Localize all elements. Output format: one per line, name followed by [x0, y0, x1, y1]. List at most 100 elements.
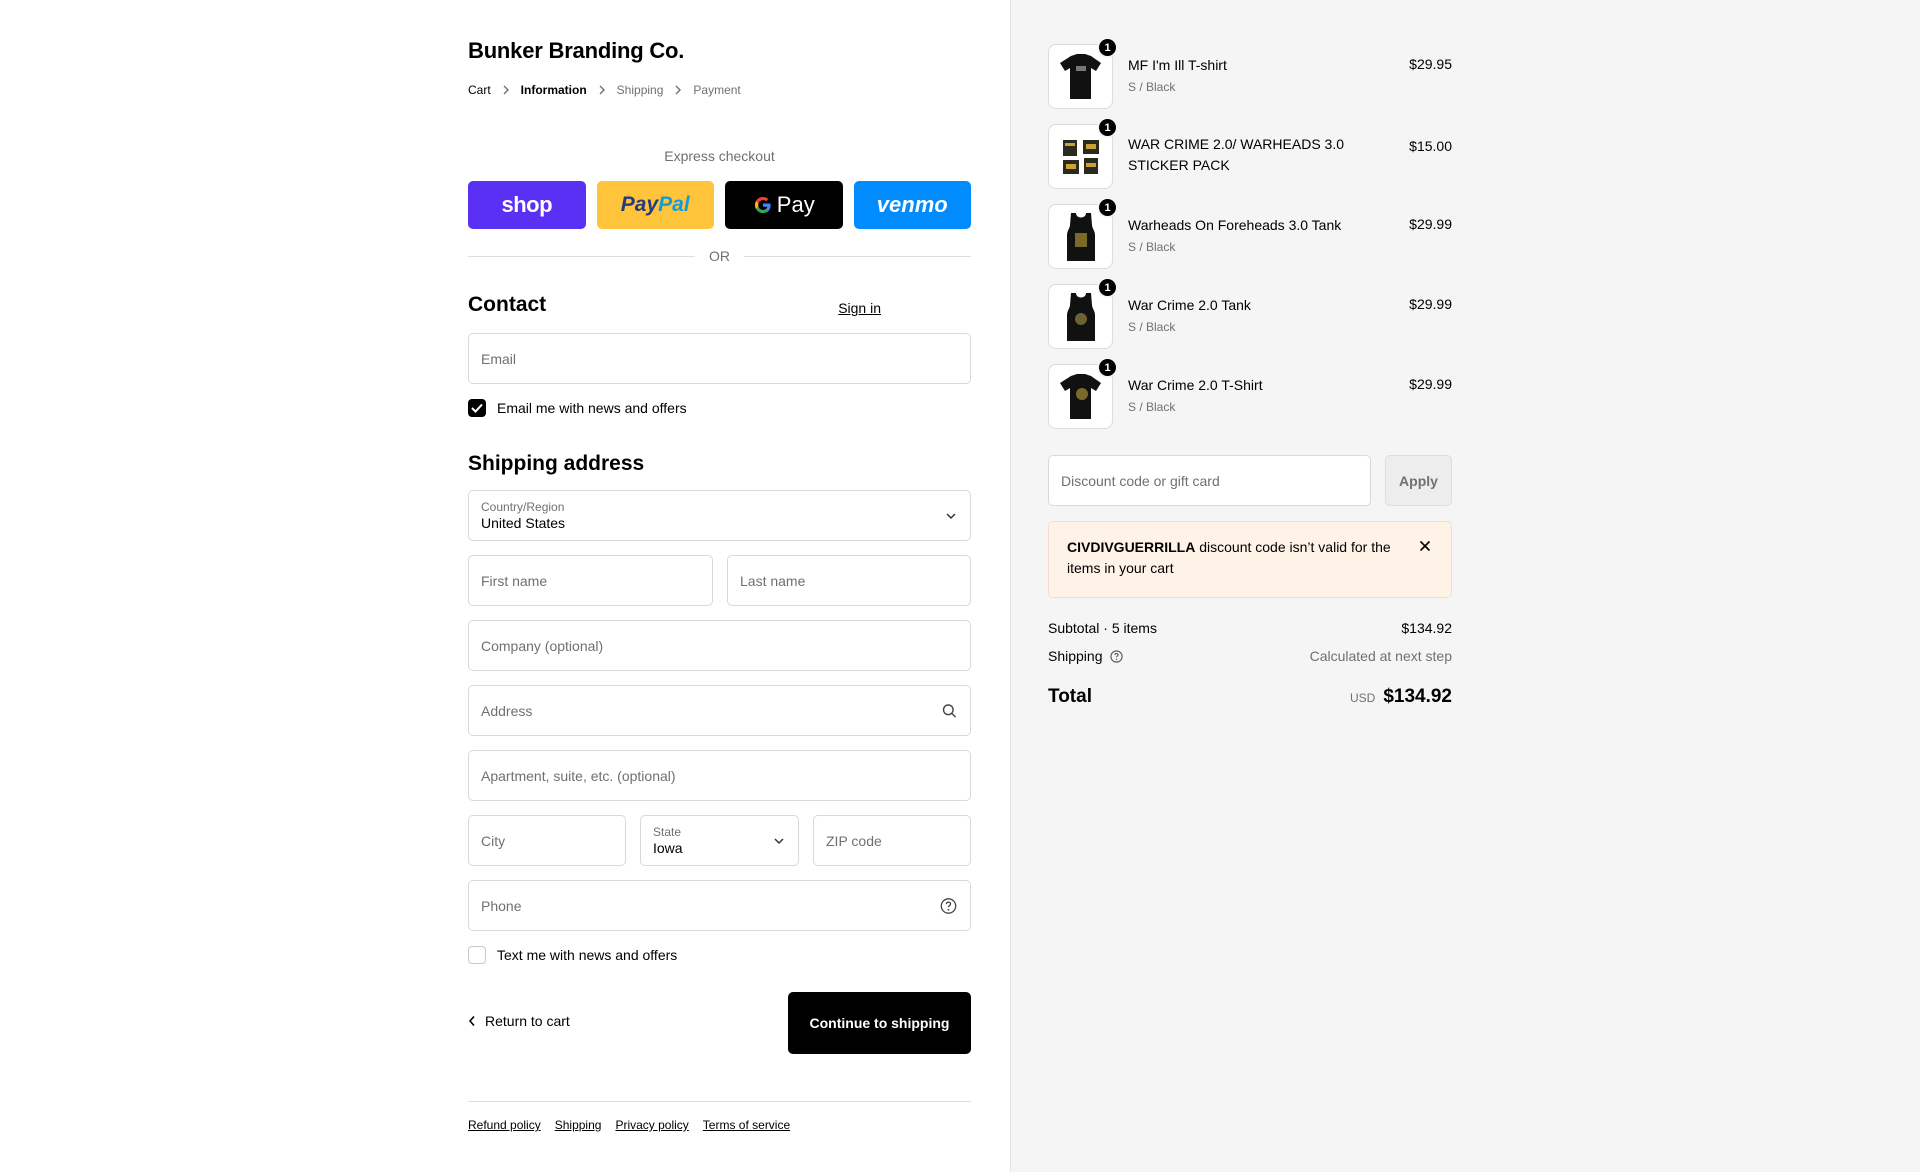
tank-top-icon — [1066, 292, 1095, 341]
item-price: $15.00 — [1409, 138, 1452, 154]
breadcrumb: Cart Information Shipping Payment — [468, 83, 741, 97]
zip-placeholder: ZIP code — [826, 832, 882, 849]
email-news-checkbox-row[interactable]: Email me with news and offers — [468, 399, 687, 417]
email-placeholder: Email — [481, 350, 517, 367]
breadcrumb-information: Information — [520, 83, 587, 97]
shipping-value: Calculated at next step — [1309, 648, 1452, 664]
state-select[interactable]: State Iowa — [640, 815, 799, 866]
first-name-field[interactable]: First name — [468, 555, 713, 606]
chevron-left-icon — [468, 1015, 476, 1027]
text-news-label: Text me with news and offers — [497, 947, 678, 963]
shipping-row: Shipping Calculated at next step — [1048, 648, 1452, 664]
cart-item: 1 WAR CRIME 2.0/ WARHEADS 3.0 STICKER PA… — [1048, 117, 1452, 190]
paypal-logo-part1: Pay — [620, 193, 659, 216]
close-icon[interactable] — [1419, 540, 1431, 552]
discount-placeholder: Discount code or gift card — [1061, 472, 1220, 489]
express-checkout-buttons: shop Pay Pal Pay venmo — [468, 181, 971, 229]
tshirt-icon — [1059, 373, 1101, 419]
paypal-logo-part2: Pal — [658, 193, 690, 216]
currency-code: USD — [1349, 691, 1376, 705]
shop-pay-button[interactable]: shop — [468, 181, 586, 229]
or-text: OR — [709, 248, 730, 264]
item-name: Warheads On Foreheads 3.0 Tank — [1128, 217, 1342, 233]
chevron-right-icon — [502, 85, 510, 95]
text-news-checkbox-row[interactable]: Text me with news and offers — [468, 946, 677, 964]
company-field[interactable]: Company (optional) — [468, 620, 971, 671]
footer-links: Refund policy Shipping Privacy policy Te… — [468, 1118, 790, 1132]
item-price: $29.99 — [1409, 296, 1452, 312]
subtotal-label: Subtotal · 5 items — [1048, 620, 1157, 636]
item-name: War Crime 2.0 T-Shirt — [1128, 377, 1263, 393]
footer-divider — [468, 1101, 971, 1102]
breadcrumb-payment: Payment — [693, 83, 741, 97]
tank-top-icon — [1066, 212, 1095, 261]
discount-code-input[interactable]: Discount code or gift card — [1048, 455, 1371, 506]
tshirt-icon — [1059, 53, 1101, 99]
apartment-field[interactable]: Apartment, suite, etc. (optional) — [468, 750, 971, 801]
express-checkout-label: Express checkout — [664, 148, 775, 164]
return-to-cart-label: Return to cart — [485, 1013, 570, 1029]
email-field[interactable]: Email — [468, 333, 971, 384]
city-field[interactable]: City — [468, 815, 626, 866]
total-row: Total USD $134.92 — [1048, 686, 1452, 708]
email-news-label: Email me with news and offers — [497, 400, 687, 416]
sign-in-link[interactable]: Sign in — [838, 300, 881, 316]
email-news-checkbox[interactable] — [468, 399, 486, 417]
help-circle-icon[interactable] — [1109, 649, 1123, 663]
quantity-badge: 1 — [1097, 117, 1118, 138]
cart-item: 1 Warheads On Foreheads 3.0 Tank S / Bla… — [1048, 197, 1452, 270]
last-name-placeholder: Last name — [740, 572, 806, 589]
search-icon — [942, 703, 957, 718]
chevron-down-icon — [773, 837, 785, 845]
sticker-pack-icon — [1062, 139, 1099, 174]
item-variant: S / Black — [1128, 240, 1176, 254]
state-value: Iowa — [653, 839, 683, 856]
chevron-right-icon — [598, 85, 606, 95]
company-placeholder: Company (optional) — [481, 637, 604, 654]
cart-item: 1 War Crime 2.0 Tank S / Black $29.99 — [1048, 277, 1452, 350]
shop-pay-logo: shop — [501, 192, 553, 217]
google-g-icon — [753, 195, 773, 215]
return-to-cart-link[interactable]: Return to cart — [468, 1013, 570, 1029]
item-variant: S / Black — [1128, 320, 1176, 334]
google-pay-text: Pay — [776, 192, 815, 217]
discount-error-banner: CIVDIVGUERRILLA discount code isn’t vali… — [1048, 521, 1452, 598]
refund-policy-link[interactable]: Refund policy — [468, 1118, 541, 1132]
apply-discount-button[interactable]: Apply — [1385, 455, 1452, 506]
terms-of-service-link[interactable]: Terms of service — [703, 1118, 790, 1132]
phone-field[interactable]: Phone — [468, 880, 971, 931]
continue-to-shipping-button[interactable]: Continue to shipping — [788, 992, 971, 1054]
subtotal-row: Subtotal · 5 items $134.92 — [1048, 620, 1452, 636]
contact-heading: Contact — [468, 293, 547, 316]
google-pay-button[interactable]: Pay — [725, 181, 843, 229]
cart-item: 1 War Crime 2.0 T-Shirt S / Black $29.99 — [1048, 357, 1452, 430]
country-label: Country/Region — [481, 499, 565, 514]
privacy-policy-link[interactable]: Privacy policy — [615, 1118, 688, 1132]
subtotal-value: $134.92 — [1401, 620, 1452, 636]
quantity-badge: 1 — [1097, 197, 1118, 218]
item-variant: S / Black — [1128, 80, 1176, 94]
or-divider: OR — [468, 248, 971, 264]
breadcrumb-shipping: Shipping — [616, 83, 664, 97]
paypal-button[interactable]: Pay Pal — [596, 181, 714, 229]
help-circle-icon[interactable] — [940, 897, 957, 914]
item-name: War Crime 2.0 Tank — [1128, 297, 1251, 313]
checkmark-icon — [471, 403, 483, 413]
address-field[interactable]: Address — [468, 685, 971, 736]
first-name-placeholder: First name — [481, 572, 548, 589]
venmo-button[interactable]: venmo — [853, 181, 971, 229]
zip-field[interactable]: ZIP code — [813, 815, 971, 866]
country-select[interactable]: Country/Region United States — [468, 490, 971, 541]
quantity-badge: 1 — [1097, 357, 1118, 378]
shipping-policy-link[interactable]: Shipping — [555, 1118, 602, 1132]
item-price: $29.99 — [1409, 216, 1452, 232]
quantity-badge: 1 — [1097, 277, 1118, 298]
item-name: WAR CRIME 2.0/ WARHEADS 3.0 STICKER PACK — [1128, 136, 1345, 173]
cart-item: 1 MF I'm Ill T-shirt S / Black $29.95 — [1048, 37, 1452, 110]
quantity-badge: 1 — [1097, 37, 1118, 58]
store-title[interactable]: Bunker Branding Co. — [468, 38, 684, 64]
last-name-field[interactable]: Last name — [727, 555, 971, 606]
total-label: Total — [1048, 686, 1092, 707]
text-news-checkbox[interactable] — [468, 946, 486, 964]
breadcrumb-cart[interactable]: Cart — [468, 83, 491, 97]
